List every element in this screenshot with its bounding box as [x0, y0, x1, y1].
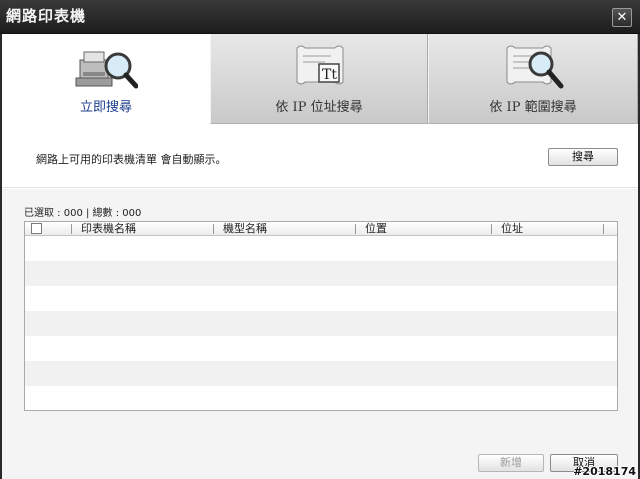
tab-ip-range-search[interactable]: 依 IP 範圍搜尋 — [428, 34, 638, 124]
ip-scroll-text-icon: Tt — [296, 45, 344, 85]
column-separator — [213, 224, 214, 234]
printer-list-area: 已選取 : 000 | 總數 : 000 印表機名稱 機型名稱 位置 位址 — [2, 189, 638, 444]
table-row — [25, 336, 617, 361]
printer-search-icon — [75, 51, 138, 89]
tab-instant-search[interactable]: 立即搜尋 — [2, 34, 210, 124]
column-address[interactable]: 位址 — [495, 222, 601, 236]
column-printer-name[interactable]: 印表機名稱 — [75, 222, 211, 236]
tab-ip-address-search[interactable]: Tt 依 IP 位址搜尋 — [210, 34, 428, 124]
add-button[interactable]: 新增 — [478, 454, 544, 472]
search-mode-tabs: 立即搜尋 Tt 依 IP 位址搜尋 依 IP 範圍搜尋 — [2, 34, 638, 124]
selection-counts: 已選取 : 000 | 總數 : 000 — [24, 208, 142, 219]
close-button[interactable]: ✕ — [612, 8, 632, 27]
ip-scroll-search-icon — [506, 45, 564, 89]
title-bar: 網路印表機 ✕ — [0, 0, 640, 34]
table-row — [25, 361, 617, 386]
search-panel: 網路上可用的印表機清單 會自動顯示。 搜尋 — [2, 124, 638, 188]
watermark: #2018174 — [573, 465, 636, 478]
auto-display-message: 網路上可用的印表機清單 會自動顯示。 — [36, 153, 227, 166]
table-row — [25, 236, 617, 261]
column-model-name[interactable]: 機型名稱 — [217, 222, 353, 236]
close-icon: ✕ — [616, 10, 628, 25]
table-row — [25, 261, 617, 286]
column-separator — [603, 224, 604, 234]
app-title: 網路印表機 — [6, 7, 87, 25]
search-button[interactable]: 搜尋 — [548, 148, 618, 166]
column-separator — [71, 224, 72, 234]
column-location[interactable]: 位置 — [359, 222, 487, 236]
tab-label: 立即搜尋 — [79, 100, 132, 115]
table-row — [25, 386, 617, 410]
printer-list[interactable]: 印表機名稱 機型名稱 位置 位址 — [24, 221, 618, 411]
table-row — [25, 311, 617, 336]
list-header: 印表機名稱 機型名稱 位置 位址 — [25, 222, 617, 236]
column-separator — [491, 224, 492, 234]
tab-label: 依 IP 範圍搜尋 — [489, 100, 577, 115]
tab-label: 依 IP 位址搜尋 — [275, 100, 363, 115]
column-separator — [355, 224, 356, 234]
dialog-client: 立即搜尋 Tt 依 IP 位址搜尋 依 IP 範圍搜尋 網路上可用的印表機清單 … — [2, 34, 638, 479]
table-row — [25, 286, 617, 311]
svg-text:Tt: Tt — [322, 67, 337, 83]
dialog-footer: 新增 取消 — [2, 444, 638, 479]
select-all-checkbox[interactable] — [31, 223, 42, 234]
